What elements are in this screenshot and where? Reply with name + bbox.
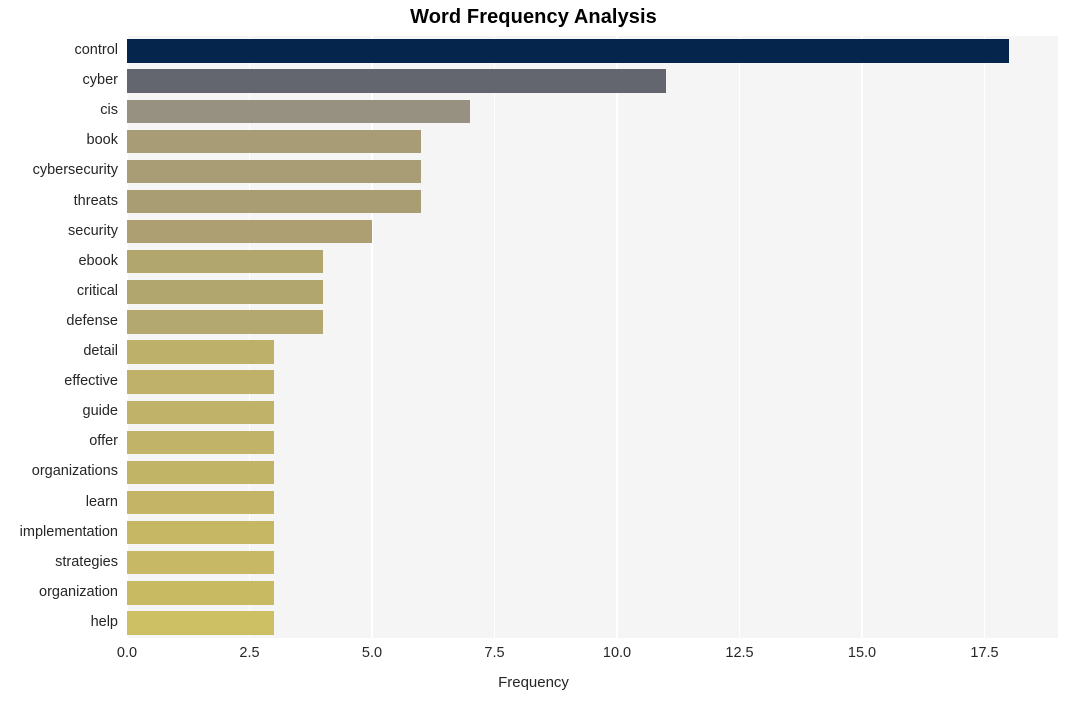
y-tick-label-critical: critical [76,282,118,299]
bar-organization[interactable] [127,581,274,605]
y-tick-label-book: book [86,132,118,149]
y-tick-label-learn: learn [85,493,118,510]
bar-implementation[interactable] [127,520,274,545]
bar-row [127,490,1058,515]
bar-cybersecurity[interactable] [127,159,421,184]
y-tick-label-detail: detail [83,343,118,360]
bar-learn[interactable] [127,490,274,515]
y-tick-label-strategies: strategies [55,553,118,570]
bar-row [127,460,1058,485]
bar-row [127,159,1058,184]
bar-book[interactable] [127,129,421,154]
plot-area [126,36,1058,638]
y-axis-tick-labels: control cyber cis book cybersecurity threats s… [0,36,118,638]
bar-row [127,370,1058,394]
bar-organizations[interactable] [127,460,274,485]
bar-row [127,219,1058,244]
bar-effective[interactable] [127,370,274,394]
y-tick-label-help: help [90,613,118,630]
bar-row [127,611,1058,635]
x-tick-label-5: 12.5 [725,645,754,661]
bar-row [127,69,1058,93]
bar-offer[interactable] [127,430,274,455]
y-tick-label-cybersecurity: cybersecurity [32,162,118,179]
bar-row [127,129,1058,154]
y-tick-label-control: control [74,42,118,59]
x-tick-label-0: 0.0 [116,645,138,661]
y-tick-label-guide: guide [82,403,118,420]
bar-row [127,310,1058,334]
bar-row [127,400,1058,424]
y-tick-label-offer: offer [89,433,118,450]
bar-row [127,39,1058,63]
y-tick-label-ebook: ebook [78,252,118,269]
y-tick-label-cis: cis [100,102,118,119]
bar-row [127,99,1058,123]
x-tick-label-1: 2.5 [239,645,260,661]
bar-defense[interactable] [127,310,323,334]
bar-row [127,520,1058,545]
bar-ebook[interactable] [127,250,323,274]
y-tick-label-implementation: implementation [19,523,118,540]
y-tick-label-defense: defense [66,312,118,329]
x-tick-label-2: 5.0 [361,645,383,661]
x-tick-label-3: 7.5 [484,645,505,661]
bar-security[interactable] [127,219,372,244]
bar-row [127,250,1058,274]
bar-row [127,189,1058,214]
bar-strategies[interactable] [127,551,274,575]
y-tick-label-organization: organization [39,583,118,600]
bar-row [127,280,1058,304]
bar-guide[interactable] [127,400,274,424]
y-tick-label-effective: effective [64,373,118,390]
x-axis-tick-labels: 0.0 2.5 5.0 7.5 10.0 12.5 15.0 17.5 [0,646,1067,668]
bar-control[interactable] [127,39,1009,63]
bar-detail[interactable] [127,340,274,364]
bar-critical[interactable] [127,280,323,304]
chart-figure: Word Frequency Analysis control cyber cis b… [0,0,1067,701]
bar-row [127,340,1058,364]
bar-cis[interactable] [127,99,470,123]
bar-help[interactable] [127,611,274,635]
chart-title: Word Frequency Analysis [410,6,657,28]
bar-threats[interactable] [127,189,421,214]
x-tick-label-7: 17.5 [970,645,999,661]
y-tick-label-organizations: organizations [31,463,118,480]
bar-row [127,551,1058,575]
bar-cyber[interactable] [127,69,666,93]
bars-layer [127,36,1058,638]
x-axis-title: Frequency [498,674,569,691]
y-tick-label-threats: threats [73,192,118,209]
bar-row [127,581,1058,605]
x-tick-label-4: 10.0 [602,645,632,661]
y-tick-label-cyber: cyber [82,72,118,89]
bar-row [127,430,1058,455]
y-tick-label-security: security [68,222,118,239]
x-tick-label-6: 15.0 [847,645,877,661]
